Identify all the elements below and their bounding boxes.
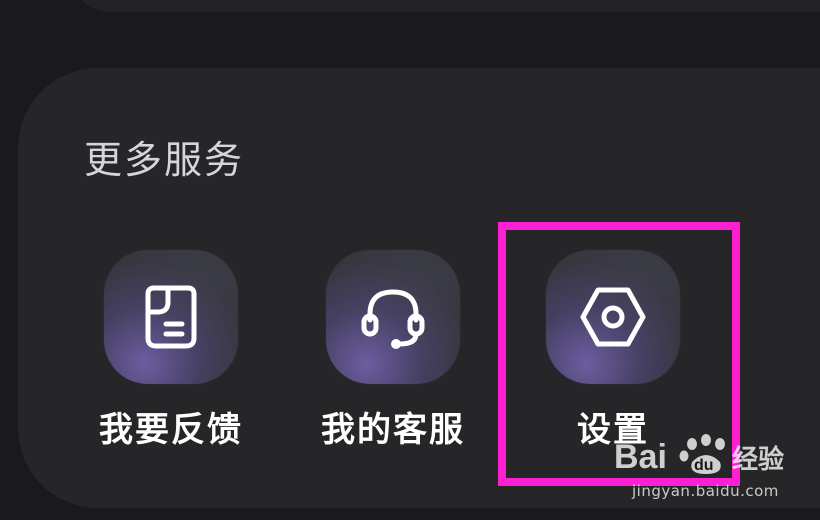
settings-hexagon-icon (580, 287, 646, 347)
settings-service[interactable]: 设置 (538, 250, 688, 460)
section-title: 更多服务 (84, 138, 245, 182)
feedback-note-icon (145, 285, 197, 349)
headset-icon (361, 289, 425, 349)
settings-tile[interactable] (546, 250, 680, 384)
previous-card-edge (70, 0, 820, 12)
settings-label: 设置 (577, 410, 649, 450)
feedback-tile[interactable] (104, 250, 238, 384)
customer-service-tile[interactable] (326, 250, 460, 384)
customer-service-label: 我的客服 (321, 410, 465, 450)
feedback-service[interactable]: 我要反馈 (96, 250, 246, 460)
more-services-screen: 更多服务 我要反馈 我的客服 设置 Bai du 经验 jingyan.baid… (0, 0, 820, 520)
feedback-label: 我要反馈 (99, 410, 243, 450)
customer-service[interactable]: 我的客服 (318, 250, 468, 460)
